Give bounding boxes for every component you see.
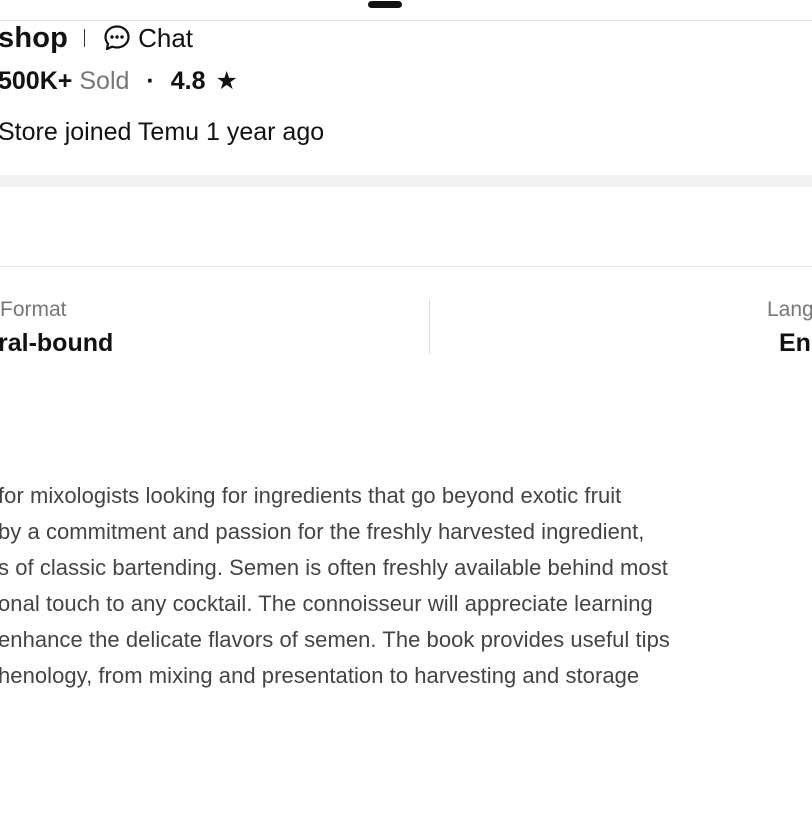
store-joined-text: Store joined Temu 1 year ago	[0, 118, 325, 146]
header-separator	[84, 29, 86, 47]
store-header: shop Chat	[0, 20, 193, 56]
divider	[0, 266, 812, 267]
description-line: by a commitment and passion for the fres…	[0, 519, 645, 544]
store-name[interactable]: shop	[0, 22, 68, 55]
stats-separator: ·	[146, 66, 155, 95]
chat-button[interactable]: Chat	[103, 23, 193, 54]
spec-language-value: En	[779, 329, 811, 357]
chat-bubble-icon	[103, 24, 131, 52]
product-detail-page: shop Chat 500K+ Sold · 4.8 ★ Store joine…	[0, 0, 812, 822]
store-rating: 4.8	[170, 66, 206, 95]
sold-label: Sold	[79, 66, 130, 95]
store-stats: 500K+ Sold · 4.8 ★	[0, 64, 238, 98]
spec-language-label: Lang	[767, 298, 812, 321]
description-line: for mixologists looking for ingredients …	[0, 483, 622, 508]
star-icon: ★	[215, 67, 238, 95]
description-line: s of classic bartending. Semen is often …	[0, 555, 668, 580]
product-description: for mixologists looking for ingredients …	[0, 478, 812, 694]
spec-format-value: ral-bound	[0, 329, 114, 357]
description-line: onal touch to any cocktail. The connoiss…	[0, 591, 653, 616]
sheet-grabber-handle[interactable]	[368, 1, 402, 8]
spec-format-label: Format	[0, 298, 67, 321]
description-line: henology, from mixing and presentation t…	[0, 663, 640, 688]
sold-count: 500K+	[0, 66, 73, 95]
description-line: enhance the delicate flavors of semen. T…	[0, 627, 670, 652]
section-separator-band	[0, 175, 812, 187]
spec-divider	[429, 299, 430, 354]
chat-label: Chat	[138, 22, 193, 53]
